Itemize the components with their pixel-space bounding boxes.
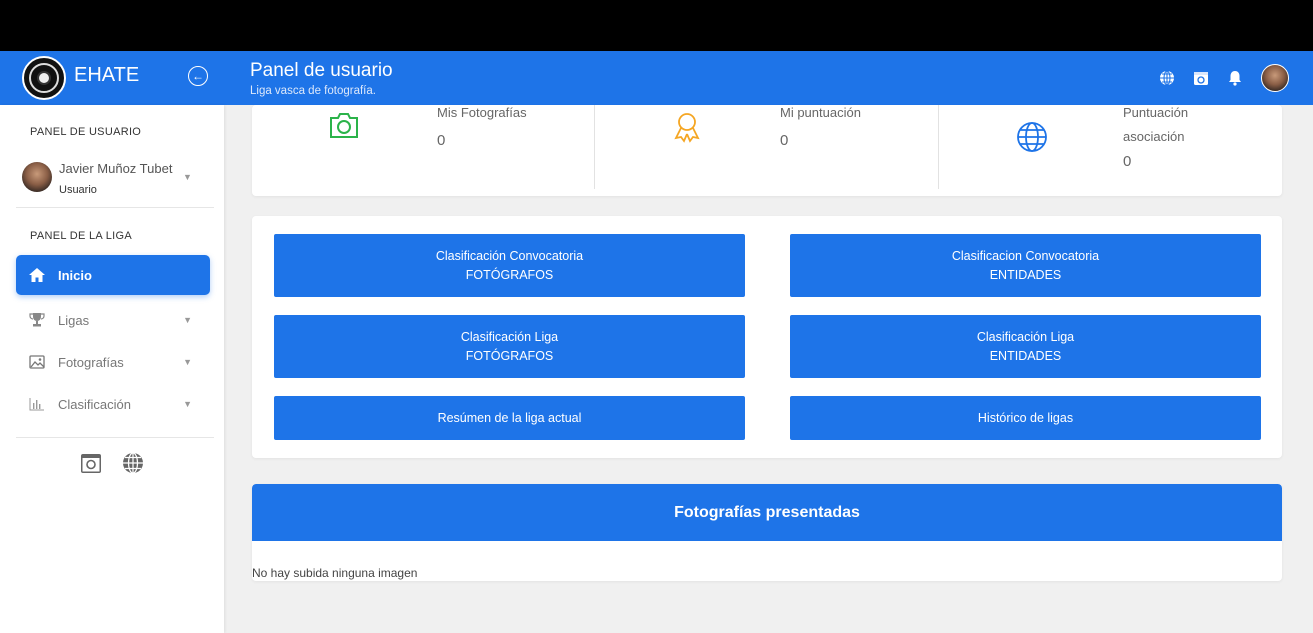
sidebar-item-inicio[interactable]: Inicio [16,255,210,295]
sidebar: PANEL DE USUARIO Javier Muñoz Tubet Usua… [0,105,224,633]
stat-label: Mis Fotografías [437,105,527,120]
camera-icon[interactable] [80,452,102,479]
header-actions [1159,64,1289,92]
user-name[interactable]: Javier Muñoz Tubet [59,161,172,176]
section-title: Fotografías presentadas [252,484,1282,541]
stat-mis-fotografias: Mis Fotografías 0 [252,105,594,189]
bell-icon[interactable] [1227,70,1243,86]
stat-label: asociación [1123,129,1185,144]
bar-chart-icon [28,395,46,413]
stat-puntuacion-asociacion: Puntuación asociación 0 [939,105,1282,189]
sidebar-item-label: Fotografías [58,354,124,370]
globe-icon[interactable] [122,452,144,479]
user-role: Usuario [59,184,97,196]
divider [16,437,214,438]
brand-name[interactable]: EHATE [74,64,139,87]
page-subtitle: Liga vasca de fotografía. [250,85,376,97]
historico-ligas-button[interactable]: Histórico de ligas [790,396,1261,440]
home-icon [28,266,46,284]
chevron-down-icon: ▼ [183,357,192,367]
images-icon [28,353,46,371]
clasificacion-liga-fotografos-button[interactable]: Clasificación Liga FOTÓGRAFOS [274,315,745,378]
stats-card: Mis Fotografías 0 Mi puntuación 0 Puntua… [252,105,1282,196]
globe-icon[interactable] [1159,70,1175,86]
resumen-liga-actual-button[interactable]: Resúmen de la liga actual [274,396,745,440]
user-section-heading: PANEL DE USUARIO [30,126,142,138]
submitted-photos-card: Fotografías presentadas No hay subida ni… [252,484,1282,581]
user-avatar[interactable] [1261,64,1289,92]
camera-icon [328,111,360,143]
sidebar-item-fotografias[interactable]: Fotografías ▼ [16,342,210,382]
avatar[interactable] [22,162,52,192]
window-top-bar [0,0,1313,51]
chevron-down-icon: ▼ [183,315,192,325]
stat-value: 0 [1123,153,1132,170]
sidebar-item-ligas[interactable]: Ligas ▼ [16,300,210,340]
top-header: EHATE ← Panel de usuario Liga vasca de f… [0,51,1313,105]
stat-value: 0 [780,132,789,149]
logo[interactable] [22,56,66,100]
trophy-icon [28,311,46,329]
chevron-down-icon: ▼ [183,399,192,409]
brand: EHATE ← [0,51,224,105]
clasificacion-convocatoria-entidades-button[interactable]: Clasificacion Convocatoria ENTIDADES [790,234,1261,297]
chevron-down-icon[interactable]: ▼ [183,172,192,182]
sidebar-item-label: Ligas [58,312,90,328]
sidebar-collapse-icon[interactable]: ← [188,66,208,86]
sidebar-item-label: Inicio [58,267,92,283]
divider [16,207,214,208]
award-icon [671,111,703,143]
sidebar-item-label: Clasificación [58,396,131,412]
sidebar-bottom-icons [80,452,144,479]
clasificacion-liga-entidades-button[interactable]: Clasificación Liga ENTIDADES [790,315,1261,378]
empty-message: No hay subida ninguna imagen [252,566,418,580]
stat-value: 0 [437,132,446,149]
globe-icon [1016,121,1048,153]
stat-label: Puntuación [1123,105,1189,120]
league-section-heading: PANEL DE LA LIGA [30,230,133,242]
sidebar-item-clasificacion[interactable]: Clasificación ▼ [16,384,210,424]
clasificacion-convocatoria-fotografos-button[interactable]: Clasificación Convocatoria FOTÓGRAFOS [274,234,745,297]
stat-mi-puntuacion: Mi puntuación 0 [595,105,938,189]
camera-icon[interactable] [1193,70,1209,86]
page-title: Panel de usuario [250,60,393,81]
classification-buttons-card: Clasificación Convocatoria FOTÓGRAFOS Cl… [252,216,1282,458]
stat-label: Mi puntuación [780,105,861,120]
